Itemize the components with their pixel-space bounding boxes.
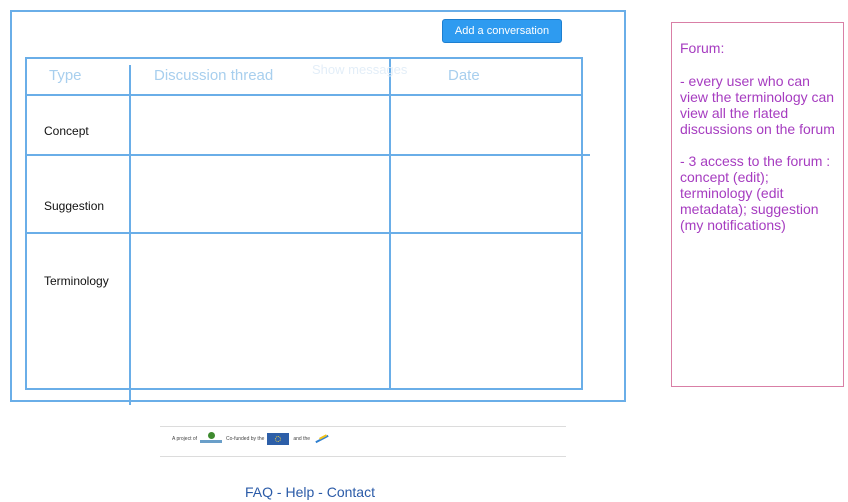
table-header-separator [25, 94, 583, 96]
column-header-discussion-thread: Discussion thread [154, 67, 274, 84]
footer-credits: A project of Co-funded by the and the [172, 428, 331, 450]
row-label-terminology[interactable]: Terminology [44, 274, 109, 288]
note-paragraph: - 3 access to the forum : concept (edit)… [680, 153, 831, 233]
discussion-table [25, 57, 583, 390]
eu-flag-icon [267, 433, 290, 445]
table-divider-date [389, 57, 391, 390]
credit-and-text: and the [293, 436, 311, 442]
column-header-date: Date [448, 67, 480, 84]
note-paragraph: - every user who can view the terminolog… [680, 73, 835, 137]
add-conversation-button[interactable]: Add a conversation [442, 19, 562, 43]
faq-link[interactable]: FAQ [245, 484, 273, 500]
credit-project-text: A project of [172, 436, 198, 442]
note-title: Forum: [680, 40, 725, 56]
footer-links: FAQ - Help - Contact [0, 484, 620, 500]
link-separator: - [314, 484, 327, 500]
row-label-concept[interactable]: Concept [44, 124, 89, 138]
credit-cofunded-text: Co-funded by the [226, 436, 265, 442]
table-divider-type [129, 65, 131, 405]
footer-divider [160, 426, 566, 427]
row-label-suggestion[interactable]: Suggestion [44, 199, 104, 213]
project-logo-icon [200, 432, 223, 446]
column-header-show-messages: Show messages [312, 62, 408, 77]
annotation-note: Forum: - every user who can view the ter… [671, 22, 844, 387]
footer-divider [160, 456, 566, 457]
contact-link[interactable]: Contact [327, 484, 375, 500]
help-link[interactable]: Help [285, 484, 314, 500]
table-row-separator [25, 232, 583, 234]
column-header-type: Type [49, 67, 82, 84]
partner-logo-icon [313, 431, 331, 447]
link-separator: - [273, 484, 286, 500]
table-row-separator [25, 154, 590, 156]
